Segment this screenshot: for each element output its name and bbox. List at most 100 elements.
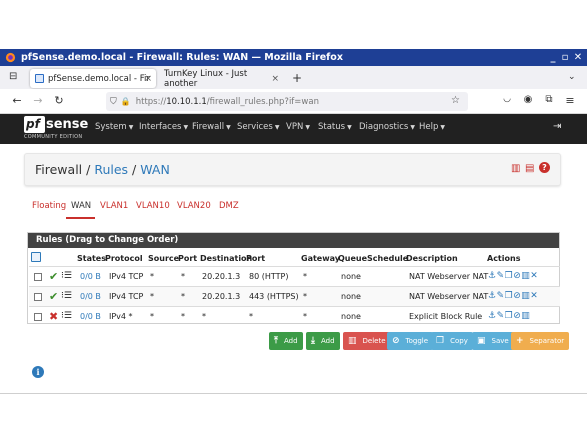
cell-source: * (150, 312, 154, 321)
app-menu-icon[interactable]: ≡ (563, 94, 577, 107)
bookmark-star-icon[interactable]: ☆ (451, 95, 460, 106)
menu-firewall[interactable]: Firewall ▼ (192, 122, 231, 132)
close-icon[interactable]: ✕ (530, 291, 538, 301)
logo-pf: pf (24, 116, 45, 133)
breadcrumb-rules[interactable]: Rules (94, 162, 128, 177)
tab-floating[interactable]: Floating (32, 201, 66, 211)
copy-icon[interactable]: ❐ (505, 271, 514, 281)
window-title: pfSense.demo.local - Firewall: Rules: WA… (21, 52, 343, 63)
table-row[interactable]: ✖ ⁝☰ 0/0 B IPv4 * * * * * * none Explici… (29, 306, 560, 326)
block-x-icon[interactable]: ✖ (49, 310, 58, 323)
col-states: States (77, 254, 106, 263)
menu-interfaces[interactable]: Interfaces ▼ (139, 122, 188, 132)
edit-pencil-icon[interactable]: ✎ (497, 291, 505, 301)
tab-turnkey[interactable]: TurnKey Linux - Just another × (158, 69, 283, 89)
tab-close-icon[interactable]: × (271, 74, 279, 84)
copy-button[interactable]: ❐ Copy (431, 332, 473, 350)
menu-help[interactable]: Help ▼ (419, 122, 445, 132)
cell-destination: * (202, 312, 206, 321)
window-titlebar: pfSense.demo.local - Firewall: Rules: WA… (0, 49, 587, 66)
cell-source: * (150, 292, 154, 301)
menu-status[interactable]: Status ▼ (318, 122, 352, 132)
button-label: Add (320, 337, 335, 345)
extensions-icon[interactable]: ⧉ (542, 94, 556, 105)
url-bar[interactable]: ⛉ 🔒 https:// 10.10.1.1 /firewall_rules.p… (106, 92, 468, 111)
info-icon[interactable]: i (32, 366, 44, 378)
tab-vlan1[interactable]: VLAN1 (100, 201, 128, 211)
pfsense-logo[interactable]: pf sense COMMUNITY EDITION (24, 116, 88, 143)
cell-source: * (150, 272, 154, 281)
tab-dmz[interactable]: DMZ (219, 201, 239, 211)
tab-list-icon[interactable]: ⊟ (9, 71, 17, 82)
close-icon[interactable]: ✕ (530, 271, 538, 281)
rules-panel: Rules (Drag to Change Order) States Prot… (27, 232, 560, 324)
select-all-checkbox[interactable] (31, 252, 41, 262)
copy-icon[interactable]: ❐ (505, 311, 514, 321)
add-top-button[interactable]: ⤒ Add (269, 332, 303, 350)
table-row[interactable]: ✔ ⁝☰ 0/0 B IPv4 TCP * * 20.20.1.3 443 (H… (29, 286, 560, 306)
states-link[interactable]: 0/0 B (80, 272, 101, 281)
pass-check-icon[interactable]: ✔ (49, 270, 58, 283)
url-path: /firewall_rules.php?if=wan (206, 96, 319, 107)
save-button[interactable]: ▣ Save (472, 332, 514, 350)
edit-pencil-icon[interactable]: ✎ (497, 271, 505, 281)
tab-wan[interactable]: WAN (71, 201, 91, 211)
menu-label: Diagnostics (359, 122, 409, 132)
delete-trash-icon[interactable]: ▥ (521, 311, 530, 321)
pass-check-icon[interactable]: ✔ (49, 290, 58, 303)
cell-protocol: IPv4 * (109, 312, 133, 321)
anchor-icon[interactable]: ⚓ (488, 311, 497, 321)
account-icon[interactable]: ◉ (521, 94, 535, 105)
cell-source-port: * (181, 312, 185, 321)
menu-label: Status (318, 122, 346, 132)
row-checkbox[interactable] (34, 313, 42, 321)
delete-button[interactable]: ▥ Delete (343, 332, 391, 350)
maximize-icon[interactable]: ▫ (558, 49, 572, 66)
delete-trash-icon[interactable]: ▥ (521, 291, 530, 301)
back-icon[interactable]: ← (10, 94, 24, 107)
anchor-icon[interactable]: ⚓ (488, 291, 497, 301)
breadcrumb: Firewall / Rules / WAN ▥ ▤ ? (24, 153, 561, 186)
url-host: 10.10.1.1 (166, 96, 207, 107)
toggle-button[interactable]: ⊘ Toggle (387, 332, 434, 350)
cell-protocol: IPv4 TCP (109, 272, 144, 281)
tab-label: pfSense.demo.local - Fir (48, 73, 150, 84)
chart-icon[interactable]: ▥ (511, 163, 520, 174)
states-link[interactable]: 0/0 B (80, 312, 101, 321)
menu-services[interactable]: Services ▼ (237, 122, 279, 132)
pocket-icon[interactable]: ◡ (500, 94, 514, 104)
states-link[interactable]: 0/0 B (80, 292, 101, 301)
separator-button[interactable]: + Separator (511, 332, 570, 350)
reload-icon[interactable]: ↻ (52, 94, 66, 107)
row-checkbox[interactable] (34, 293, 42, 301)
cell-queue: none (341, 312, 361, 321)
breadcrumb-wan[interactable]: WAN (140, 162, 170, 177)
copy-icon[interactable]: ❐ (505, 291, 514, 301)
close-window-icon[interactable]: ✕ (571, 49, 585, 66)
col-source-port: Port (178, 254, 198, 263)
add-bottom-button[interactable]: ⤓ Add (306, 332, 340, 350)
tab-close-icon[interactable]: × (144, 74, 152, 84)
forward-icon[interactable]: → (31, 94, 45, 107)
row-checkbox[interactable] (34, 273, 42, 281)
tab-vlan10[interactable]: VLAN10 (136, 201, 170, 211)
tab-vlan20[interactable]: VLAN20 (177, 201, 211, 211)
menu-diagnostics[interactable]: Diagnostics ▼ (359, 122, 415, 132)
delete-trash-icon[interactable]: ▥ (521, 271, 530, 281)
edit-pencil-icon[interactable]: ✎ (497, 311, 505, 321)
cell-queue: none (341, 272, 361, 281)
new-tab-button[interactable]: + (292, 71, 302, 85)
list-all-tabs-icon[interactable]: ⌄ (568, 72, 576, 82)
menu-system[interactable]: System ▼ (95, 122, 133, 132)
menu-vpn[interactable]: VPN ▼ (286, 122, 310, 132)
rule-list-icon: ⁝☰ (61, 291, 72, 301)
anchor-icon[interactable]: ⚓ (488, 271, 497, 281)
help-icon[interactable]: ? (539, 162, 550, 173)
col-source: Source (148, 254, 180, 263)
nav-bar: ← → ↻ ⛉ 🔒 https:// 10.10.1.1 /firewall_r… (0, 89, 587, 114)
row-actions: ⚓✎❐⊘▥✕ (488, 291, 538, 301)
log-list-icon[interactable]: ▤ (525, 163, 534, 174)
table-row[interactable]: ✔ ⁝☰ 0/0 B IPv4 TCP * * 20.20.1.3 80 (HT… (29, 266, 560, 286)
tab-pfsense[interactable]: pfSense.demo.local - Fir × (30, 69, 156, 88)
logout-icon[interactable]: ⇥ (553, 121, 561, 132)
